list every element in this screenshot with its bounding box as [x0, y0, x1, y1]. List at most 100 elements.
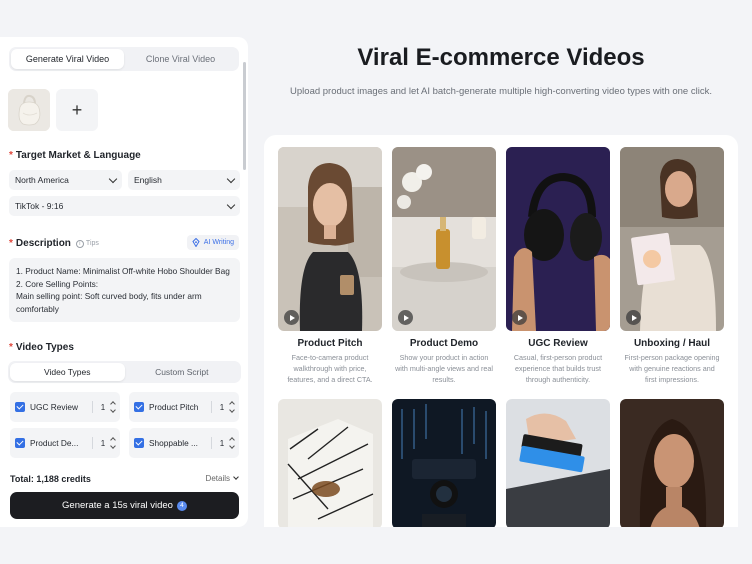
chevron-down-icon [108, 174, 118, 183]
page-title: Viral E-commerce Videos [357, 44, 645, 71]
tips-label: Tips [85, 240, 99, 247]
video-thumbnail[interactable] [278, 399, 382, 527]
sponge-hand-image [506, 399, 610, 527]
arrow-up-icon[interactable] [110, 401, 116, 407]
market-language-heading: * Target Market & Language [9, 150, 141, 161]
checkbox[interactable] [15, 438, 25, 448]
description-header: * Description i Tips AI Writing [9, 235, 239, 250]
chevron-down-icon [233, 474, 239, 480]
video-type-label: Shoppable ... [149, 438, 198, 448]
video-type-label: Product Pitch [149, 402, 199, 412]
details-button[interactable]: Details [205, 474, 239, 483]
card-title: Product Pitch [297, 338, 363, 349]
arrow-down-icon[interactable] [110, 407, 116, 413]
language-select[interactable]: English [128, 170, 240, 190]
quantity-stepper[interactable]: 1 [92, 401, 116, 413]
ai-pen-icon [192, 238, 200, 247]
video-types-label: Video Types [15, 342, 74, 353]
card-title: Unboxing / Haul [633, 338, 711, 349]
platform-select[interactable]: TikTok - 9:16 [9, 196, 240, 216]
panel-scrollbar[interactable] [243, 62, 246, 170]
headphones-image [506, 147, 610, 331]
generate-button[interactable]: Generate a 15s viral video 4 [10, 492, 239, 519]
quantity-value: 1 [100, 438, 106, 448]
divider [211, 401, 212, 413]
tab-video-types[interactable]: Video Types [10, 363, 125, 381]
quantity-stepper[interactable]: 1 [211, 401, 235, 413]
video-thumbnail[interactable] [506, 147, 610, 331]
video-thumbnail[interactable] [620, 147, 724, 331]
platform-value: TikTok - 9:16 [15, 201, 64, 211]
card-description: Casual, first-person product experience … [513, 353, 603, 384]
details-label: Details [205, 474, 230, 483]
market-language-label: Target Market & Language [15, 150, 141, 161]
serum-bottle-image [392, 147, 496, 331]
play-icon[interactable] [512, 310, 527, 325]
video-thumbnail[interactable] [506, 399, 610, 527]
total-credits: Total: 1,188 credits [10, 474, 91, 484]
ai-writing-button[interactable]: AI Writing [186, 235, 239, 250]
region-value: North America [15, 175, 69, 185]
card-description: Face-to-camera product walkthrough with … [287, 353, 373, 384]
unboxing-woman-image [620, 147, 724, 331]
video-card-ugc-review[interactable]: UGC Review Casual, first-person product … [506, 147, 610, 385]
description-textarea[interactable]: 1. Product Name: Minimalist Off-white Ho… [9, 258, 240, 322]
video-thumbnail[interactable] [278, 147, 382, 331]
video-thumbnail[interactable] [620, 399, 724, 527]
checkbox[interactable] [134, 402, 144, 412]
video-type-item[interactable]: Product Pitch 1 [129, 392, 239, 422]
arrow-down-icon[interactable] [229, 407, 235, 413]
video-types-tabs: Video Types Custom Script [8, 361, 241, 383]
product-image-thumbnail[interactable] [8, 89, 50, 131]
handbag-image [8, 89, 50, 131]
credit-badge: 4 [176, 500, 187, 511]
video-card-unboxing-haul[interactable]: Unboxing / Haul First-person package ope… [620, 147, 724, 385]
tab-clone-viral-video[interactable]: Clone Viral Video [124, 49, 237, 69]
quantity-stepper[interactable]: 1 [211, 437, 235, 449]
divider [211, 437, 212, 449]
video-type-item[interactable]: UGC Review 1 [10, 392, 120, 422]
arrow-up-icon[interactable] [229, 401, 235, 407]
description-label: Description [15, 238, 71, 249]
video-type-label: Product De... [30, 438, 79, 448]
video-type-item[interactable]: Shoppable ... 1 [129, 428, 239, 458]
arrow-up-icon[interactable] [110, 437, 116, 443]
chevron-down-icon [226, 174, 236, 183]
divider [92, 401, 93, 413]
checkbox[interactable] [15, 402, 25, 412]
play-icon[interactable] [284, 310, 299, 325]
video-card-product-demo[interactable]: Product Demo Show your product in action… [392, 147, 496, 385]
page-subtitle: Upload product images and let AI batch-g… [290, 86, 712, 97]
circuit-camera-image [392, 399, 496, 527]
generate-label: Generate a 15s viral video [62, 500, 173, 511]
quantity-value: 1 [100, 402, 106, 412]
quantity-stepper[interactable]: 1 [92, 437, 116, 449]
region-select[interactable]: North America [9, 170, 122, 190]
video-gallery: Product Pitch Face-to-camera product wal… [264, 135, 738, 527]
arrow-up-icon[interactable] [229, 437, 235, 443]
config-panel: Generate Viral Video Clone Viral Video +… [0, 37, 248, 527]
quantity-value: 1 [219, 402, 225, 412]
chevron-down-icon [226, 200, 236, 209]
patterned-chair-image [278, 399, 382, 527]
info-icon: i [75, 239, 84, 248]
tips-link[interactable]: i Tips [75, 239, 99, 248]
tab-generate-viral-video[interactable]: Generate Viral Video [11, 49, 124, 69]
woman-kitchen-image [278, 147, 382, 331]
quantity-value: 1 [219, 438, 225, 448]
video-card-product-pitch[interactable]: Product Pitch Face-to-camera product wal… [278, 147, 382, 385]
video-type-item[interactable]: Product De... 1 [10, 428, 120, 458]
play-icon[interactable] [398, 310, 413, 325]
add-image-button[interactable]: + [56, 89, 98, 131]
card-description: First-person package opening with genuin… [624, 353, 720, 384]
tab-custom-script[interactable]: Custom Script [125, 363, 240, 381]
arrow-down-icon[interactable] [229, 443, 235, 449]
ai-writing-label: AI Writing [203, 239, 234, 246]
video-thumbnail[interactable] [392, 147, 496, 331]
play-icon[interactable] [626, 310, 641, 325]
card-description: Show your product in action with multi-a… [395, 353, 493, 384]
arrow-down-icon[interactable] [110, 443, 116, 449]
card-title: UGC Review [528, 338, 588, 349]
video-thumbnail[interactable] [392, 399, 496, 527]
checkbox[interactable] [134, 438, 144, 448]
